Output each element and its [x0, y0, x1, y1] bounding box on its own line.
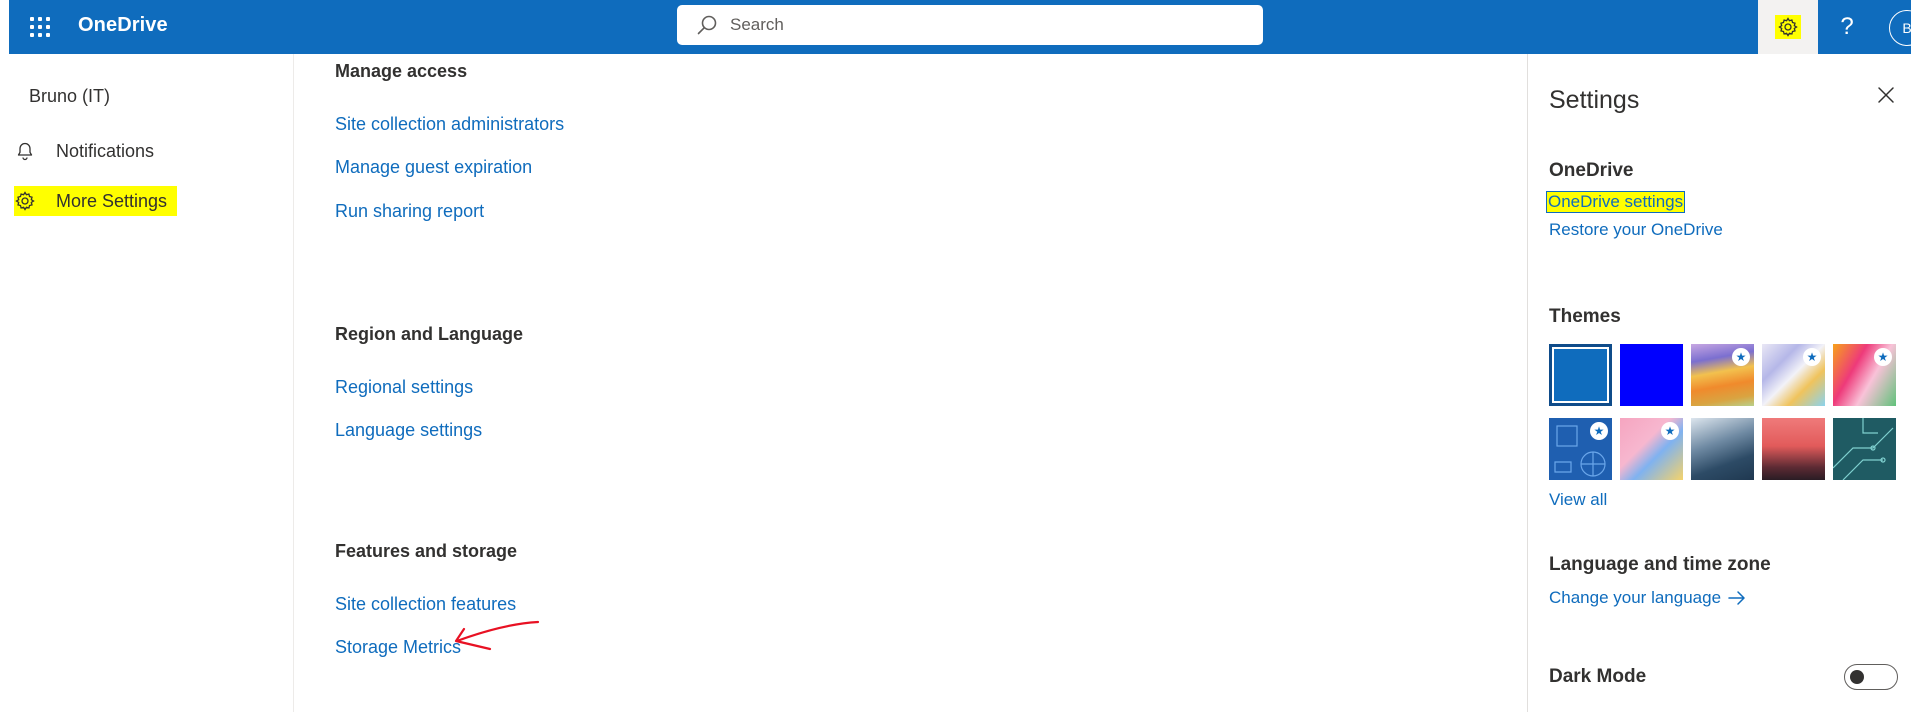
arrow-right-icon [1728, 591, 1745, 605]
search-box[interactable] [677, 5, 1263, 45]
storage-metrics-link[interactable]: Storage Metrics [335, 637, 461, 658]
star-icon: ★ [1661, 422, 1679, 440]
nav-item-notifications[interactable]: Notifications [14, 136, 154, 166]
app-name[interactable]: OneDrive [78, 14, 168, 37]
main-content: Manage access Site collection administra… [295, 54, 1527, 712]
top-bar: OneDrive ? B [9, 0, 1911, 54]
bell-icon [14, 140, 36, 162]
nav-user-name: Bruno (IT) [29, 86, 111, 106]
theme-swatch-circuit[interactable] [1833, 418, 1896, 480]
onedrive-settings-link[interactable]: OneDrive settings [1545, 191, 1686, 213]
close-icon[interactable] [1874, 83, 1898, 107]
left-nav: Bruno (IT) Notifications More Settings [9, 54, 294, 712]
theme-swatch-blue[interactable] [1549, 344, 1612, 406]
view-all-themes-link[interactable]: View all [1549, 490, 1607, 510]
themes-heading: Themes [1549, 306, 1621, 327]
nav-item-label: More Settings [56, 190, 168, 211]
search-icon [696, 14, 718, 36]
star-icon: ★ [1732, 348, 1750, 366]
run-sharing-report-link[interactable]: Run sharing report [335, 201, 484, 222]
dark-mode-toggle[interactable] [1844, 664, 1898, 690]
gear-icon [1775, 15, 1801, 39]
app-launcher-icon[interactable] [27, 14, 53, 40]
section-title-region-language: Region and Language [335, 324, 524, 344]
dark-mode-heading: Dark Mode [1549, 666, 1647, 687]
theme-swatch-royal-blue[interactable] [1620, 344, 1683, 406]
section-title-features-storage: Features and storage [335, 541, 518, 561]
theme-swatch-rainbow[interactable]: ★ [1691, 344, 1754, 406]
site-collection-features-link[interactable]: Site collection features [335, 594, 516, 615]
settings-panel: Settings OneDrive OneDrive settings Rest… [1527, 54, 1911, 712]
toggle-knob [1850, 670, 1864, 684]
regional-settings-link[interactable]: Regional settings [335, 377, 473, 398]
star-icon: ★ [1590, 422, 1608, 440]
gear-icon [14, 190, 36, 212]
change-language-label: Change your language [1549, 588, 1722, 607]
theme-swatch-mountain[interactable] [1691, 418, 1754, 480]
change-language-link[interactable]: Change your language [1549, 588, 1747, 608]
star-icon: ★ [1803, 348, 1821, 366]
language-settings-link[interactable]: Language settings [335, 420, 482, 441]
avatar[interactable]: B [1889, 10, 1911, 46]
section-title-manage-access: Manage access [335, 61, 468, 81]
help-button[interactable]: ? [1819, 0, 1875, 54]
language-heading: Language and time zone [1549, 554, 1771, 575]
theme-swatch-palms[interactable] [1762, 418, 1825, 480]
theme-swatch-ribbons[interactable]: ★ [1762, 344, 1825, 406]
theme-swatch-floral[interactable]: ★ [1833, 344, 1896, 406]
star-icon: ★ [1874, 348, 1892, 366]
onedrive-heading: OneDrive [1549, 160, 1634, 181]
manage-guest-expiration-link[interactable]: Manage guest expiration [335, 157, 532, 178]
settings-button[interactable] [1758, 0, 1818, 54]
nav-item-label: Notifications [56, 140, 155, 161]
window-edge [0, 0, 9, 712]
search-input[interactable] [730, 15, 1210, 35]
nav-item-more-settings[interactable]: More Settings [14, 186, 178, 216]
theme-swatch-sports[interactable]: ★ [1549, 418, 1612, 480]
restore-onedrive-link[interactable]: Restore your OneDrive [1549, 220, 1723, 240]
panel-title: Settings [1549, 86, 1640, 114]
site-collection-administrators-link[interactable]: Site collection administrators [335, 114, 564, 135]
theme-swatch-pattern[interactable]: ★ [1620, 418, 1683, 480]
